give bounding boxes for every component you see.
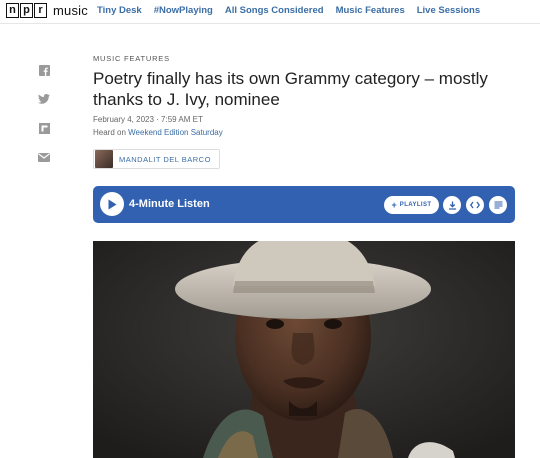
heard-on-show-link[interactable]: Weekend Edition Saturday [128,128,223,137]
twitter-icon[interactable] [38,93,50,105]
logo-letter-n: n [6,3,19,18]
portrait-illustration [93,241,515,458]
playlist-label: PLAYLIST [399,202,432,208]
logo-music-label: music [53,3,88,18]
logo-letter-p: p [20,3,33,18]
author-name: MANDALIT DEL BARCO [119,154,211,164]
add-to-playlist-button[interactable]: + PLAYLIST [384,196,439,214]
embed-button[interactable] [466,196,484,214]
flipboard-icon[interactable] [38,122,50,134]
heard-on-line: Heard on Weekend Edition Saturday [93,128,223,137]
logo-letter-r: r [34,3,47,18]
nav-now-playing[interactable]: #NowPlaying [154,5,213,16]
download-icon [448,201,456,210]
nav-all-songs-considered[interactable]: All Songs Considered [225,5,324,16]
plus-icon: + [391,200,397,210]
audio-player: 4-Minute Listen + PLAYLIST [93,186,515,223]
share-rail [38,64,50,163]
heard-on-prefix: Heard on [93,128,129,137]
transcript-button[interactable] [489,196,507,214]
site-header: n p r music Tiny Desk #NowPlaying All So… [0,0,540,24]
npr-music-logo[interactable]: n p r music [6,3,88,18]
embed-code-icon [470,201,480,209]
listen-duration: 4-Minute Listen [129,198,210,210]
section-kicker[interactable]: MUSIC FEATURES [93,54,170,63]
nav-tiny-desk[interactable]: Tiny Desk [97,5,142,16]
main-nav: Tiny Desk #NowPlaying All Songs Consider… [97,5,480,16]
hero-photo [93,241,515,458]
facebook-icon[interactable] [38,64,50,76]
author-byline[interactable]: MANDALIT DEL BARCO [93,149,220,169]
nav-live-sessions[interactable]: Live Sessions [417,5,480,16]
play-icon [108,199,117,209]
author-avatar [95,150,113,168]
publish-date: February 4, 2023 · 7:59 AM ET [93,115,203,124]
article-title: Poetry finally has its own Grammy catego… [93,69,488,109]
email-icon[interactable] [38,151,50,163]
play-button[interactable] [100,192,124,216]
transcript-lines-icon [494,201,502,209]
download-button[interactable] [443,196,461,214]
nav-music-features[interactable]: Music Features [336,5,405,16]
